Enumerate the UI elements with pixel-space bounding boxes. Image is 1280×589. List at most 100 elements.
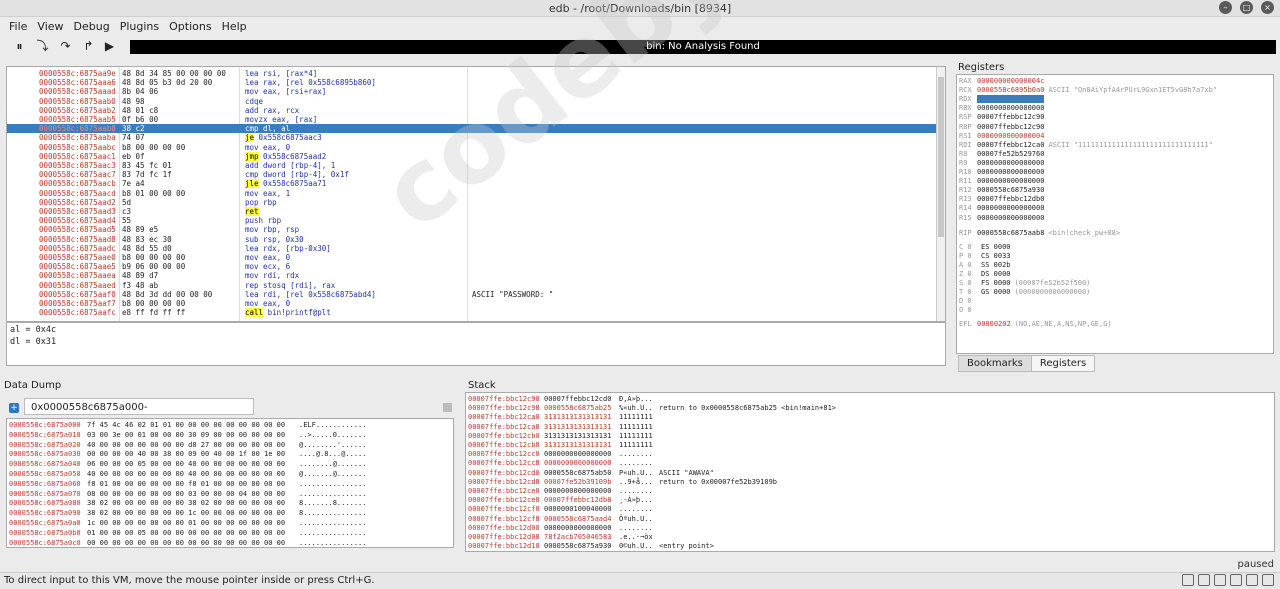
usb-icon[interactable] [1246,574,1258,586]
disasm-row[interactable]: 0000558c:6875aad5 48 89 e5 mov rbp, rsp [7,225,937,234]
disasm-row[interactable]: 0000558c:6875aae0 b8 00 00 00 00 mov eax, … [7,253,937,262]
flag-row[interactable]: C 0 ES 0000 [959,243,1011,252]
branch-mnemonic: jle [245,179,259,189]
disasm-bytes: c3 [122,207,132,216]
disasm-row[interactable]: 0000558c:6875aacd b8 01 00 00 00 mov eax, … [7,189,937,198]
disasm-row[interactable]: 0000558c:6875aac1 eb 0f jmp 0x558c6875aad2 [7,151,937,161]
menu-debug[interactable]: Debug [69,17,115,36]
disasm-row[interactable]: 0000558c:6875aab0 48 98 cdqe [7,97,937,106]
disasm-row[interactable]: 0000558c:6875aa9e 48 8d 34 85 00 00 00 00… [7,69,937,78]
disasm-row[interactable]: 0000558c:6875aad2 5d pop rbp [7,198,937,207]
disasm-row[interactable]: 0000558c:6875aadc 48 8d 55 d0 lea rdx, [rb… [7,244,937,253]
data-dump-tab[interactable]: 0x0000558c6875a000-0x0000558c6875b000 [24,398,254,430]
disasm-row[interactable]: 0000558c:6875aab8 38 c2 cmp dl, al [7,124,937,134]
register-row[interactable]: R14 0000000000000000 [959,204,1044,213]
stack-ascii: 11111111 [619,441,653,449]
audio-icon[interactable] [1230,574,1242,586]
register-row[interactable]: R12 0000558c6875a930 [959,186,1044,195]
dump-address: 0000558c:6875a050 [9,470,81,478]
close-icon[interactable]: × [1261,1,1274,14]
disasm-row[interactable]: 0000558c:6875aaba 74 07 je 0x558c6875aac3 [7,133,937,143]
menu-plugins[interactable]: Plugins [115,17,164,36]
step-over-icon[interactable]: ↷ [58,39,73,54]
register-row[interactable]: RSI 0000000000000004 [959,132,1044,141]
dump-hex: 00 00 00 00 40 00 38 00 09 00 40 00 1f 0… [87,450,286,459]
data-dump-view[interactable]: 0000558c:6875a000 7f 45 4c 46 02 01 01 00… [6,418,454,548]
run-icon[interactable]: ▶ [102,39,117,54]
register-row[interactable]: RBX 0000000000000000 [959,104,1044,113]
register-row[interactable]: R9 0000000000000000 [959,159,1044,168]
step-out-icon[interactable]: ↱ [81,39,96,54]
disasm-row[interactable]: 0000558c:6875aacb 7e a4 jle 0x558c6875aa71 [7,179,937,189]
disasm-row[interactable]: 0000558c:6875aac7 83 7d fc 1f cmp dword [r… [7,170,937,179]
dump-ascii: ................ [299,519,367,527]
disasm-row[interactable]: 0000558c:6875aaad 8b 04 06 mov eax, [rsi+r… [7,87,937,96]
menu-file[interactable]: File [4,17,32,36]
disasm-row[interactable]: 0000558c:6875aae5 b9 06 00 00 00 mov ecx, … [7,262,937,271]
register-row[interactable]: RDX 0000000000000031 [959,95,1045,104]
disassembly-view[interactable]: 0000558c:6875aa9e 48 8d 34 85 00 00 00 00… [6,66,946,322]
register-row[interactable]: R13 00007ffebbc12db0 [959,195,1044,204]
close-tab-icon[interactable] [443,403,452,412]
flag-row[interactable]: P 0 CS 0033 [959,252,1011,261]
disasm-row[interactable]: 0000558c:6875aad3 c3 ret [7,207,937,216]
settings-icon[interactable] [1262,574,1274,586]
disasm-row[interactable]: 0000558c:6875aaa6 48 8d 05 b3 0d 20 00 lea… [7,78,937,87]
flag-row[interactable]: Z 0 DS 0000 [959,270,1011,279]
register-summary: al = 0x4c dl = 0x31 [6,322,946,366]
register-row[interactable]: RDI 00007ffebbc12ca0 ASCII "11111111111111… [959,141,1213,150]
register-row[interactable]: RIP 0000558c6875aab8 <bin!check_pw+88> [959,229,1120,238]
dump-ascii: 8............... [299,509,367,518]
disasm-row[interactable]: 0000558c:6875aab2 48 01 c8 add rax, rcx [7,106,937,115]
disasm-row[interactable]: 0000558c:6875aac3 83 45 fc 01 add dword [r… [7,161,937,170]
disasm-row[interactable]: 0000558c:6875aaf0 48 8d 3d dd 00 00 00 lea… [7,290,937,299]
menu-view[interactable]: View [32,17,68,36]
step-into-icon[interactable]: ⤵ [35,39,50,54]
flag-row[interactable]: S 0 FS 0000 (00007fe52b52f500) [959,279,1090,288]
register-row[interactable]: RAX 000000000000004c [959,77,1044,86]
stack-value: 3131313131313131 [544,441,612,449]
eflags-value: 00000202 [977,319,1011,328]
register-row[interactable]: RSP 00007ffebbc12c90 [959,113,1044,122]
menu-options[interactable]: Options [164,17,216,36]
network-icon[interactable] [1214,574,1226,586]
register-row[interactable]: R11 0000000000000000 [959,177,1044,186]
flag-name: P 0 [959,251,972,260]
register-row[interactable]: R10 0000000000000000 [959,168,1044,177]
flag-row[interactable]: D 0 [959,297,981,306]
disasm-row[interactable]: 0000558c:6875aab5 0f b6 00 movzx eax, [rax… [7,115,937,124]
disasm-row[interactable]: 0000558c:6875aaea 48 89 d7 mov rdi, rdx [7,271,937,280]
flag-row[interactable]: T 0 GS 0000 (0000000000000000) [959,288,1090,297]
disasm-row[interactable]: 0000558c:6875aad8 48 83 ec 30 sub rsp, 0x3… [7,235,937,244]
disasm-row[interactable]: 0000558c:6875aafc e8 ff fd ff ff call bin!… [7,308,937,318]
disasm-row[interactable]: 0000558c:6875aabc b8 00 00 00 00 mov eax, … [7,143,937,152]
tab-registers[interactable]: Registers [1030,355,1096,372]
minimize-icon[interactable]: – [1219,1,1232,14]
flag-row[interactable]: A 0 SS 002b [959,261,1011,270]
flag-name: S 0 [959,279,972,288]
register-row[interactable]: R15 0000000000000000 [959,214,1044,223]
register-row[interactable]: R8 00007fe52b529760 [959,150,1044,159]
disassembly-scrollbar[interactable] [936,67,945,321]
pause-icon[interactable]: ⏸ [12,39,27,54]
register-value: 0000000000000000 [977,177,1045,186]
registers-panel[interactable]: RAX 000000000000004c RCX 0000558c6895b0a0 AS… [956,74,1274,354]
eflags-row[interactable]: EFL 00000202 (NO,AE,NE,A,NS,NP,GE,G) [959,320,1112,329]
stack-value: 0000558c6875aad4 [544,514,612,523]
register-row[interactable]: RCX 0000558c6895b0a0 ASCII "Qn8AiYpfA4rPUr… [959,86,1217,95]
reg-summary-line: dl = 0x31 [10,337,57,347]
disasm-row[interactable]: 0000558c:6875aaed f3 48 ab rep stosq [rdi]… [7,281,937,290]
dump-hex: 01 00 00 00 05 00 00 00 00 00 00 00 00 0… [87,528,286,537]
flag-row[interactable]: O 0 [959,306,981,315]
disasm-row[interactable]: 0000558c:6875aaf7 b8 00 00 00 00 mov eax, … [7,299,937,308]
register-row[interactable]: RBP 00007ffebbc12c90 [959,123,1044,132]
stack-view[interactable]: 00007ffe:bbc12c90 00007ffebbc12cd0 Ð,Á»þ..… [465,392,1275,552]
maximize-icon[interactable]: □ [1240,1,1253,14]
optical-icon[interactable] [1198,574,1210,586]
stack-value: 78f2acb705046583 [544,533,612,541]
add-tab-icon[interactable]: + [9,403,19,413]
menu-help[interactable]: Help [217,17,252,36]
tab-bookmarks[interactable]: Bookmarks [958,355,1032,372]
disk-icon[interactable] [1182,574,1194,586]
disasm-row[interactable]: 0000558c:6875aad4 55 push rbp [7,216,937,225]
